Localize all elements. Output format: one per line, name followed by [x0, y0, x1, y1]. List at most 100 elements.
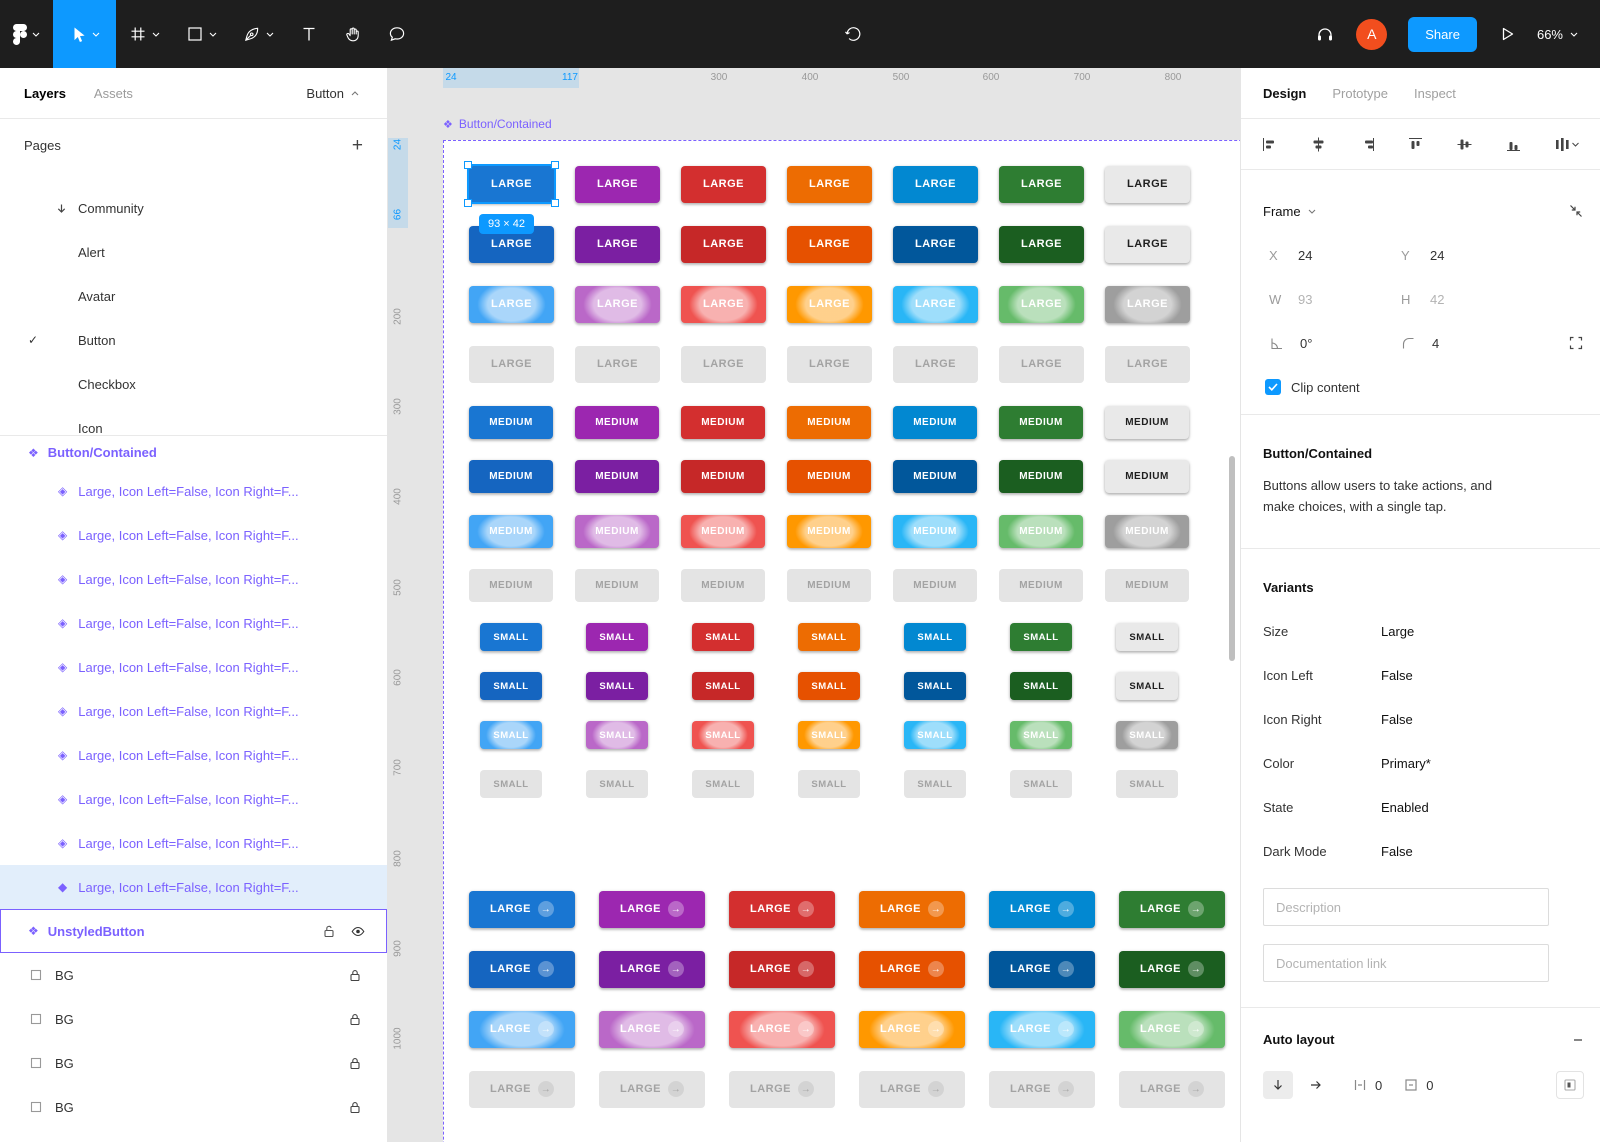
button-inherit-disabled[interactable]: MEDIUM	[1105, 568, 1189, 602]
align-top-icon[interactable]	[1407, 136, 1424, 153]
move-tool-button[interactable]	[53, 0, 116, 68]
button-success-dark[interactable]: MEDIUM	[999, 459, 1083, 493]
clip-content-checkbox[interactable]	[1265, 379, 1281, 395]
button-primary-enabled[interactable]: SMALL	[480, 623, 542, 651]
button-warning-hovered[interactable]: SMALL	[798, 721, 860, 749]
button-secondary-disabled[interactable]: SMALL	[586, 770, 648, 798]
button-error-hovered[interactable]: SMALL	[692, 721, 754, 749]
rotation-field[interactable]: 0°	[1269, 336, 1401, 351]
variant-property-icon-left[interactable]: Icon Left False	[1241, 653, 1600, 697]
canvas[interactable]: ❖ Button/Contained 93 × 42 LARGE LARGE LAR…	[388, 68, 1240, 1142]
button-secondary-enabled[interactable]: MEDIUM	[575, 405, 659, 439]
layer-row-variant[interactable]: ◆ Large, Icon Left=False, Icon Right=F...	[0, 865, 387, 909]
button-error-dark[interactable]: LARGE	[681, 225, 766, 263]
main-menu-button[interactable]	[0, 0, 53, 68]
button-warning-disabled[interactable]: LARGE	[787, 345, 872, 383]
button-warning-disabled[interactable]: MEDIUM	[787, 568, 871, 602]
button-info-hovered[interactable]: SMALL	[904, 721, 966, 749]
button-primary-disabled[interactable]: SMALL	[480, 770, 542, 798]
align-left-icon[interactable]	[1261, 136, 1278, 153]
layer-row-variant[interactable]: ◈ Large, Icon Left=False, Icon Right=F...	[0, 513, 387, 557]
button-primary-disabled[interactable]: LARGE →	[469, 1070, 575, 1108]
button-secondary-hovered[interactable]: MEDIUM	[575, 514, 659, 548]
lock-icon[interactable]	[349, 969, 387, 982]
frame-tool-button[interactable]	[116, 0, 173, 68]
distribute-icon[interactable]	[1554, 136, 1580, 153]
button-info-dark[interactable]: SMALL	[904, 672, 966, 700]
button-info-disabled[interactable]: LARGE	[893, 345, 978, 383]
button-secondary-dark[interactable]: LARGE →	[599, 950, 705, 988]
resize-handle[interactable]	[464, 161, 472, 169]
lock-icon[interactable]	[349, 1101, 387, 1114]
button-warning-enabled[interactable]: SMALL	[798, 623, 860, 651]
button-info-dark[interactable]: MEDIUM	[893, 459, 977, 493]
collapse-icon[interactable]	[1568, 203, 1584, 219]
button-success-dark[interactable]: LARGE →	[1119, 950, 1225, 988]
button-success-enabled[interactable]: LARGE →	[1119, 890, 1225, 928]
layer-row-variant[interactable]: ◈ Large, Icon Left=False, Icon Right=F...	[0, 469, 387, 513]
layer-row-variant[interactable]: ◈ Large, Icon Left=False, Icon Right=F...	[0, 601, 387, 645]
button-secondary-dark[interactable]: SMALL	[586, 672, 648, 700]
description-input[interactable]	[1263, 888, 1549, 926]
layer-row-variant[interactable]: ◈ Large, Icon Left=False, Icon Right=F...	[0, 557, 387, 601]
button-info-enabled[interactable]: MEDIUM	[893, 405, 977, 439]
button-info-disabled[interactable]: MEDIUM	[893, 568, 977, 602]
share-button[interactable]: Share	[1408, 16, 1477, 52]
button-error-hovered[interactable]: LARGE →	[729, 1010, 835, 1048]
button-warning-enabled[interactable]: LARGE →	[859, 890, 965, 928]
button-error-disabled[interactable]: LARGE →	[729, 1070, 835, 1108]
variant-property-size[interactable]: Size Large	[1241, 609, 1600, 653]
frame-section-title[interactable]: Frame	[1263, 204, 1301, 219]
button-error-disabled[interactable]: LARGE	[681, 345, 766, 383]
variant-property-icon-right[interactable]: Icon Right False	[1241, 697, 1600, 741]
button-inherit-enabled[interactable]: LARGE	[1105, 165, 1190, 203]
button-error-enabled[interactable]: MEDIUM	[681, 405, 765, 439]
button-warning-hovered[interactable]: LARGE	[787, 285, 872, 323]
button-error-enabled[interactable]: LARGE	[681, 165, 766, 203]
button-info-hovered[interactable]: MEDIUM	[893, 514, 977, 548]
button-error-dark[interactable]: LARGE →	[729, 950, 835, 988]
button-primary-disabled[interactable]: LARGE	[469, 345, 554, 383]
button-primary-hovered[interactable]: LARGE	[469, 285, 554, 323]
sidebar-page-button[interactable]: ✓ Button	[0, 318, 387, 362]
canvas-scrollbar[interactable]	[1229, 456, 1235, 661]
button-info-hovered[interactable]: LARGE	[893, 285, 978, 323]
button-success-disabled[interactable]: SMALL	[1010, 770, 1072, 798]
button-secondary-dark[interactable]: LARGE	[575, 225, 660, 263]
corner-radius-field[interactable]: 4	[1401, 336, 1533, 351]
button-warning-disabled[interactable]: LARGE →	[859, 1070, 965, 1108]
button-secondary-disabled[interactable]: LARGE	[575, 345, 660, 383]
layer-row-variant[interactable]: ◈ Large, Icon Left=False, Icon Right=F...	[0, 733, 387, 777]
button-primary-hovered[interactable]: SMALL	[480, 721, 542, 749]
button-success-hovered[interactable]: MEDIUM	[999, 514, 1083, 548]
button-error-hovered[interactable]: LARGE	[681, 285, 766, 323]
button-success-enabled[interactable]: MEDIUM	[999, 405, 1083, 439]
button-success-disabled[interactable]: LARGE →	[1119, 1070, 1225, 1108]
button-secondary-enabled[interactable]: SMALL	[586, 623, 648, 651]
layer-row-bg[interactable]: BG	[0, 997, 387, 1041]
resize-handle[interactable]	[551, 199, 559, 207]
button-inherit-dark[interactable]: LARGE	[1105, 225, 1190, 263]
layer-row-variant[interactable]: ◈ Large, Icon Left=False, Icon Right=F...	[0, 645, 387, 689]
button-warning-dark[interactable]: MEDIUM	[787, 459, 871, 493]
version-history-icon[interactable]	[843, 0, 863, 68]
resize-handle[interactable]	[551, 161, 559, 169]
button-info-hovered[interactable]: LARGE →	[989, 1010, 1095, 1048]
button-error-disabled[interactable]: MEDIUM	[681, 568, 765, 602]
component-section-header[interactable]: ❖ Button/Contained	[0, 435, 387, 469]
button-warning-enabled[interactable]: LARGE	[787, 165, 872, 203]
variant-property-dark-mode[interactable]: Dark Mode False	[1241, 829, 1600, 873]
button-success-enabled[interactable]: SMALL	[1010, 623, 1072, 651]
button-primary-disabled[interactable]: MEDIUM	[469, 568, 553, 602]
hand-tool-button[interactable]	[331, 0, 375, 68]
button-inherit-enabled[interactable]: SMALL	[1116, 623, 1178, 651]
add-page-button[interactable]: +	[352, 136, 363, 155]
resize-handle[interactable]	[464, 199, 472, 207]
button-error-enabled[interactable]: SMALL	[692, 623, 754, 651]
button-inherit-hovered[interactable]: LARGE	[1105, 285, 1190, 323]
button-info-enabled[interactable]: SMALL	[904, 623, 966, 651]
tab-prototype[interactable]: Prototype	[1332, 86, 1388, 101]
button-secondary-enabled[interactable]: LARGE →	[599, 890, 705, 928]
remove-auto-layout-button[interactable]	[1572, 1034, 1584, 1046]
button-inherit-dark[interactable]: MEDIUM	[1105, 459, 1189, 493]
